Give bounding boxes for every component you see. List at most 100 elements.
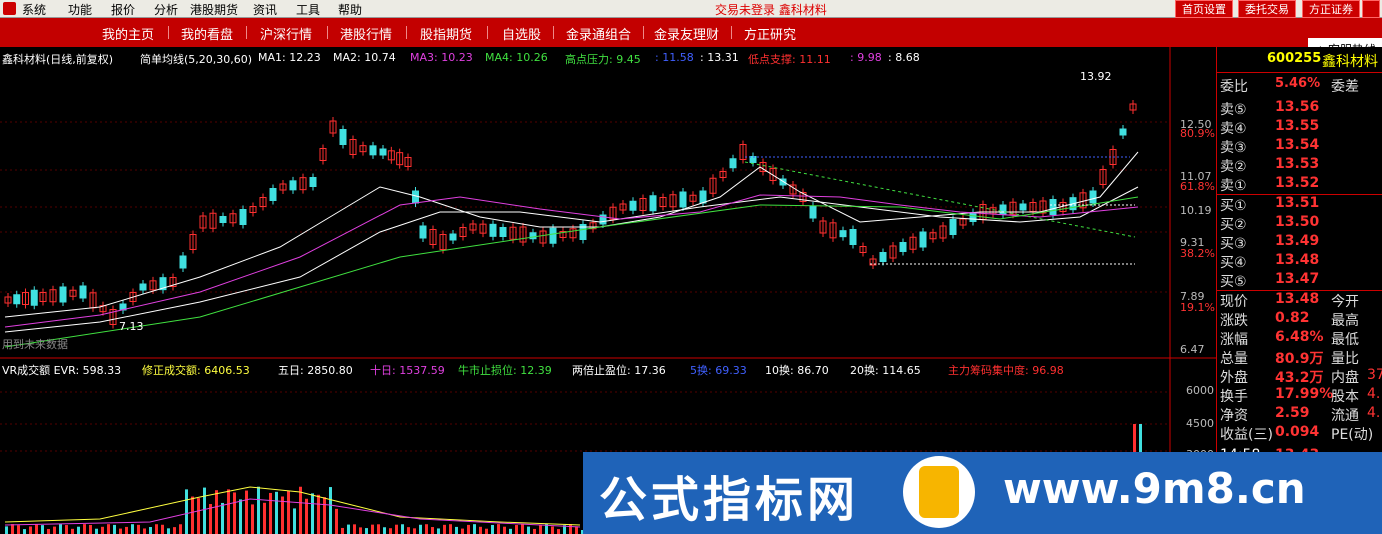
- sell-price: 13.55: [1275, 118, 1320, 134]
- volume-bar: [269, 492, 272, 534]
- menu-system[interactable]: 系统: [22, 1, 46, 18]
- volume-bar: [95, 528, 98, 534]
- volume-bar: [263, 502, 266, 534]
- broker-button[interactable]: 方正证券: [1302, 0, 1360, 18]
- candle-body: [839, 230, 847, 238]
- home-settings-button[interactable]: 首页设置: [1175, 0, 1233, 18]
- candle-body: [949, 219, 957, 235]
- volume-legend-item: 十日: 1537.59: [370, 364, 445, 377]
- candle-body: [339, 129, 347, 145]
- menu-help[interactable]: 帮助: [338, 1, 362, 18]
- close-icon[interactable]: [1362, 0, 1380, 18]
- nav-index-futures[interactable]: 股指期货: [420, 24, 472, 43]
- volume-legend-item: 修正成交额: 6406.53: [142, 364, 250, 377]
- stat-label-2: 流通: [1331, 408, 1359, 424]
- candle-body: [849, 229, 857, 245]
- volume-bar: [521, 524, 524, 534]
- volume-bar: [23, 529, 26, 534]
- menu-quote[interactable]: 报价: [111, 1, 135, 18]
- stat-label: 收益(三): [1220, 427, 1273, 443]
- candle-body: [499, 227, 507, 237]
- candle-body: [699, 190, 707, 204]
- stock-name: 鑫科材料: [1322, 54, 1378, 70]
- indicator-name: 简单均线(5,20,30,60): [140, 53, 253, 66]
- volume-bar: [299, 486, 302, 534]
- candle-body: [999, 204, 1007, 215]
- future-data-note: 用到未来数据: [2, 338, 68, 351]
- trade-button[interactable]: 委托交易: [1238, 0, 1296, 18]
- volume-bar: [467, 524, 470, 534]
- menu-function[interactable]: 功能: [68, 1, 92, 18]
- candle-body: [309, 177, 317, 187]
- buy-price: 13.48: [1275, 252, 1320, 268]
- volume-bar: [59, 524, 62, 534]
- volume-legend-item: VR成交额 EVR: 598.33: [2, 364, 122, 377]
- sell-label: 卖①: [1220, 178, 1247, 194]
- stat-value: 6.48%: [1275, 329, 1324, 345]
- volume-bar: [11, 524, 14, 534]
- volume-bar: [407, 527, 410, 534]
- candle-body: [412, 190, 419, 204]
- volume-bar: [311, 493, 314, 534]
- candle-body: [179, 255, 187, 269]
- candle-body: [679, 191, 687, 208]
- volume-bar: [389, 528, 392, 534]
- nav-hk-quotes[interactable]: 港股行情: [340, 24, 392, 43]
- volume-bar: [185, 489, 188, 534]
- menu-tools[interactable]: 工具: [296, 1, 320, 18]
- candle-body: [649, 195, 657, 212]
- nav-divider: [406, 26, 407, 39]
- candle-body: [139, 283, 147, 291]
- volume-bar: [167, 528, 170, 534]
- candle-body: [289, 180, 297, 191]
- menu-news[interactable]: 资讯: [253, 1, 277, 18]
- menu-hk-futures[interactable]: 港股期货: [190, 1, 238, 18]
- volume-bar: [527, 526, 530, 534]
- menu-analysis[interactable]: 分析: [154, 1, 178, 18]
- volume-bar: [491, 524, 494, 534]
- stat-value: 0.094: [1275, 424, 1320, 440]
- volume-bar: [413, 528, 416, 534]
- volume-bar: [401, 524, 404, 534]
- stat-value-2: 4.: [1367, 405, 1381, 421]
- price-tick: 19.1%: [1180, 301, 1215, 314]
- volume-bar: [293, 508, 296, 534]
- nav-my-watch[interactable]: 我的看盘: [181, 24, 233, 43]
- app-logo-icon: [3, 2, 16, 15]
- nav-research[interactable]: 方正研究: [744, 24, 796, 43]
- buy-row: 买④ 13.48: [1217, 252, 1382, 271]
- stat-label-2: 股本: [1331, 389, 1359, 405]
- volume-bar: [539, 525, 542, 534]
- weicha-label: 委差: [1331, 79, 1359, 95]
- nav-watchlist[interactable]: 自选股: [502, 24, 541, 43]
- volume-legend-item: 5换: 69.33: [690, 364, 747, 377]
- stat-value-2: 4.: [1367, 386, 1381, 402]
- buy-row: 买⑤ 13.47: [1217, 271, 1382, 290]
- volume-legend-item: 20换: 114.65: [850, 364, 921, 377]
- price-tick: 6.47: [1180, 343, 1205, 356]
- stat-label: 涨幅: [1220, 332, 1248, 348]
- volume-bar: [473, 524, 476, 534]
- volume-bar: [53, 526, 56, 534]
- menu-bar: 系统 功能 报价 分析 港股期货 资讯 工具 帮助 交易未登录 鑫科材料 首页设…: [0, 0, 1382, 18]
- stat-value: 2.59: [1275, 405, 1310, 421]
- nav-portfolio[interactable]: 金录通组合: [566, 24, 631, 43]
- price-tick: 10.19: [1180, 204, 1212, 217]
- buy-row: 买③ 13.49: [1217, 233, 1382, 252]
- candle-body: [219, 216, 227, 223]
- volume-bar: [101, 526, 104, 534]
- volume-bar: [89, 524, 92, 534]
- nav-divider: [643, 26, 644, 39]
- candle-body: [369, 145, 377, 156]
- nav-shsz-quotes[interactable]: 沪深行情: [260, 24, 312, 43]
- buy-label: 买④: [1220, 255, 1247, 271]
- sell-row: 卖⑤ 13.56: [1217, 99, 1382, 118]
- watermark-title: 公式指标网: [599, 472, 860, 528]
- buy-label: 买③: [1220, 236, 1247, 252]
- volume-bar: [335, 508, 338, 534]
- volume-bar: [137, 524, 140, 534]
- nav-my-home[interactable]: 我的主页: [102, 24, 154, 43]
- volume-bar: [119, 528, 122, 534]
- nav-wealth[interactable]: 金录友理财: [654, 24, 719, 43]
- volume-bar: [347, 524, 350, 534]
